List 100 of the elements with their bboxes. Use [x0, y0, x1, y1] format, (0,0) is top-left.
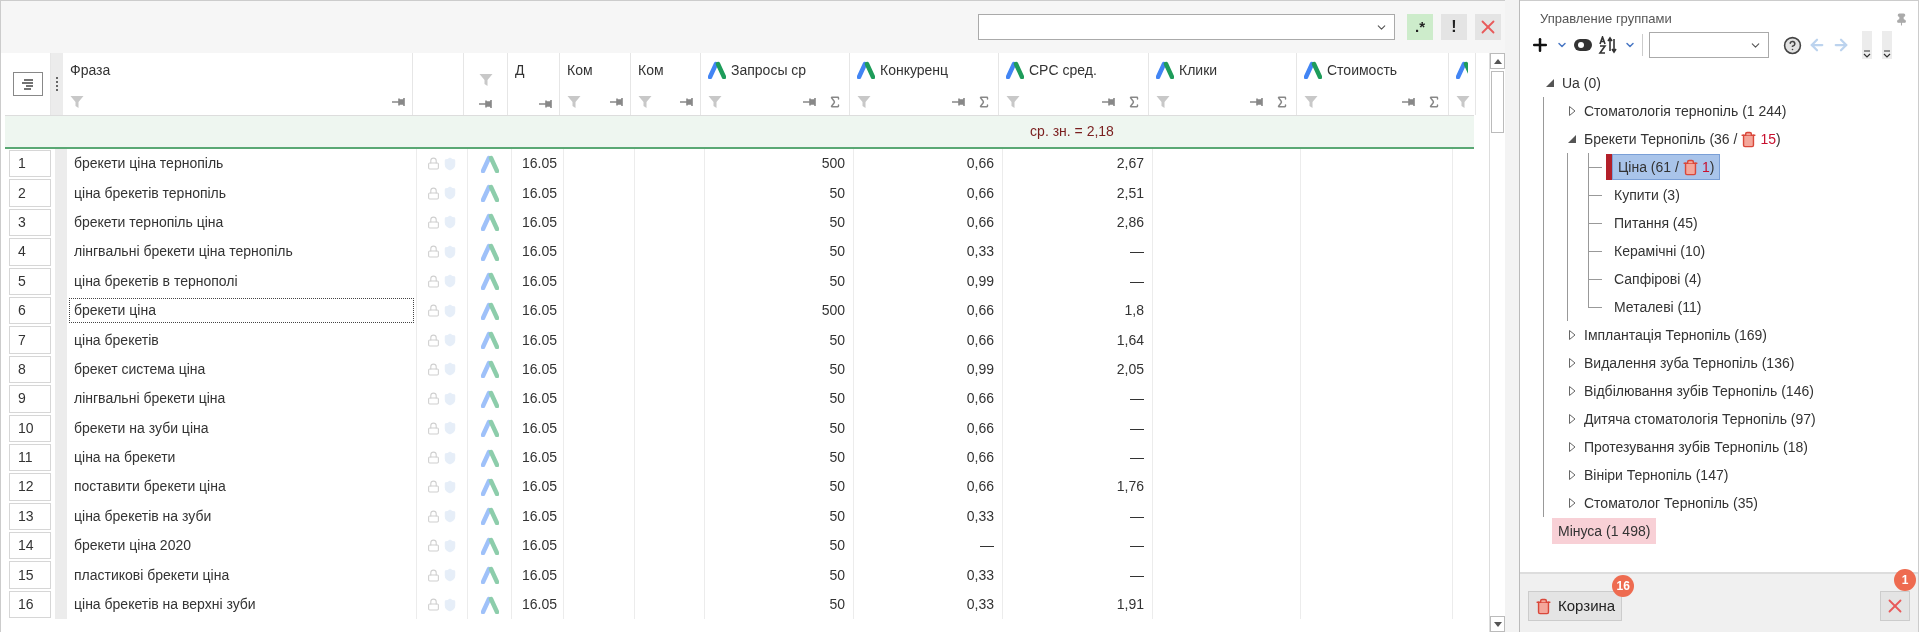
- competition-cell-text: 0,66: [966, 330, 994, 350]
- phrase-cell-text: брекети тернопіль ціна: [73, 212, 225, 232]
- row-number[interactable]: 9: [9, 385, 51, 413]
- requests-cell-text: 50: [829, 389, 845, 409]
- cpc-cell-text: 2,86: [1116, 212, 1144, 232]
- cpc-cell-text: 1,64: [1116, 330, 1144, 350]
- row-number[interactable]: 1: [9, 150, 51, 178]
- date-cell-text: 16.05: [522, 506, 558, 526]
- competition-cell-text: 0,99: [966, 271, 994, 291]
- phrase-cell-text: пластикові брекети ціна: [73, 565, 231, 585]
- row-number[interactable]: 13: [9, 502, 51, 531]
- competition-cell-text: 0,33: [966, 242, 994, 262]
- requests-cell-text: 50: [829, 271, 845, 291]
- tree-item[interactable]: Питання (45): [1612, 210, 1700, 236]
- row-number[interactable]: 7: [9, 326, 51, 354]
- phrase-cell-text: брекети на зуби ціна: [73, 418, 210, 438]
- row-number[interactable]: 15: [9, 561, 51, 589]
- group-label: ): [1776, 129, 1781, 149]
- tree-item[interactable]: Дитяча стоматологія Тернопіль (97): [1582, 406, 1818, 432]
- competition-cell-text: 0,66: [966, 301, 994, 321]
- tree-item[interactable]: Сапфірові (4): [1612, 266, 1704, 292]
- row-number[interactable]: 12: [9, 473, 51, 501]
- cpc-cell-text: —: [1130, 389, 1144, 409]
- count-badge: 1: [1894, 569, 1916, 591]
- cpc-cell-text: —: [1130, 418, 1144, 438]
- exclude-button[interactable]: !: [1441, 14, 1467, 40]
- date-cell-text: 16.05: [522, 271, 558, 291]
- date-cell-text: 16.05: [522, 477, 558, 497]
- date-cell-text: 16.05: [522, 418, 558, 438]
- requests-cell-text: 50: [829, 448, 845, 468]
- group-label: Мінуса (1 498): [1558, 521, 1651, 541]
- tree-item[interactable]: Відбілювання зубів Тернопіль (146): [1582, 378, 1816, 404]
- competition-cell-text: 0,66: [966, 154, 994, 174]
- tree-item[interactable]: Ua (0): [1560, 70, 1603, 96]
- requests-cell-text: 500: [821, 301, 845, 321]
- competition-cell-text: 0,66: [966, 477, 994, 497]
- cpc-cell-text: 1,76: [1116, 477, 1144, 497]
- row-number[interactable]: 8: [9, 355, 51, 384]
- row-number[interactable]: 14: [9, 532, 51, 560]
- trash-button[interactable]: Корзина: [1528, 591, 1623, 621]
- column-title: Фраза: [70, 61, 111, 79]
- phrase-cell-text: ціна брекетів на верхні зуби: [73, 595, 257, 615]
- row-number[interactable]: 4: [9, 238, 51, 266]
- tree-item[interactable]: Видалення зуба Тернопіль (136): [1582, 350, 1797, 376]
- regex-button[interactable]: .*: [1407, 14, 1433, 40]
- tree-item[interactable]: Брекети Тернопіль (36 / 15): [1582, 126, 1783, 152]
- competition-cell-text: 0,66: [966, 212, 994, 232]
- group-label: Ціна (61 /: [1618, 157, 1679, 177]
- row-number[interactable]: 2: [9, 179, 51, 207]
- competition-cell-text: 0,66: [966, 418, 994, 438]
- date-cell-text: 16.05: [522, 389, 558, 409]
- row-number[interactable]: 16: [9, 590, 51, 619]
- requests-cell-text: 500: [821, 154, 845, 174]
- row-number[interactable]: 10: [9, 414, 51, 442]
- cpc-cell-text: 1,8: [1124, 301, 1144, 321]
- cpc-cell-text: 2,67: [1116, 154, 1144, 174]
- cpc-cell-text: —: [1130, 565, 1144, 585]
- competition-cell-text: 0,99: [966, 359, 994, 379]
- average-summary: ср. зн. = 2,18: [1029, 122, 1115, 141]
- column-title: Запросы ср: [731, 61, 807, 79]
- tree-item[interactable]: Купити (3): [1612, 182, 1682, 208]
- row-number[interactable]: 6: [9, 296, 51, 325]
- trash-count: 1: [1701, 157, 1710, 177]
- cpc-cell-text: —: [1130, 536, 1144, 556]
- requests-cell-text: 50: [829, 359, 845, 379]
- date-cell-text: 16.05: [522, 301, 558, 321]
- requests-cell-text: 50: [829, 477, 845, 497]
- tree-item[interactable]: Протезування зубів Тернопіль (18): [1582, 434, 1810, 460]
- phrase-cell-text: лінгвальні брекети ціна тернопіль: [73, 242, 294, 262]
- cpc-cell-text: —: [1130, 506, 1144, 526]
- column-title: Клики: [1179, 61, 1218, 79]
- phrase-cell-text: ціна на брекети: [73, 448, 177, 468]
- tree-item[interactable]: Вініри Тернопіль (147): [1582, 462, 1731, 488]
- row-number[interactable]: 5: [9, 267, 51, 295]
- phrase-cell: брекети ціна: [69, 298, 414, 324]
- date-cell-text: 16.05: [522, 212, 558, 232]
- column-title: Д: [515, 61, 525, 79]
- requests-cell-text: 50: [829, 565, 845, 585]
- tree-item[interactable]: Стоматолог Тернопіль (35): [1582, 490, 1760, 516]
- date-cell-text: 16.05: [522, 154, 558, 174]
- requests-cell-text: 50: [829, 418, 845, 438]
- cpc-cell-text: —: [1130, 271, 1144, 291]
- tree-item[interactable]: Ціна (61 / 1): [1612, 154, 1721, 180]
- tree-item[interactable]: Металеві (11): [1612, 294, 1704, 320]
- tree-item[interactable]: Стоматологія тернопіль (1 244): [1582, 98, 1789, 124]
- competition-cell-text: 0,33: [966, 595, 994, 615]
- phrase-cell-text: ціна брекетів в тернополі: [73, 271, 239, 291]
- competition-cell-text: 0,33: [966, 506, 994, 526]
- cpc-cell-text: —: [1130, 448, 1144, 468]
- tree-item[interactable]: Керамічні (10): [1612, 238, 1708, 264]
- cpc-cell-text: 2,51: [1116, 183, 1144, 203]
- tree-item[interactable]: Мінуса (1 498): [1552, 518, 1657, 544]
- phrase-cell-text: ціна брекетів тернопіль: [73, 183, 228, 203]
- requests-cell-text: 50: [829, 242, 845, 262]
- phrase-cell-text: поставити брекети ціна: [73, 477, 227, 497]
- count-badge: 16: [1612, 575, 1635, 597]
- tree-item[interactable]: Імплантація Тернопіль (169): [1582, 322, 1769, 348]
- row-number[interactable]: 11: [9, 443, 51, 472]
- phrase-cell-text: брекети ціна 2020: [73, 536, 192, 556]
- row-number[interactable]: 3: [9, 208, 51, 237]
